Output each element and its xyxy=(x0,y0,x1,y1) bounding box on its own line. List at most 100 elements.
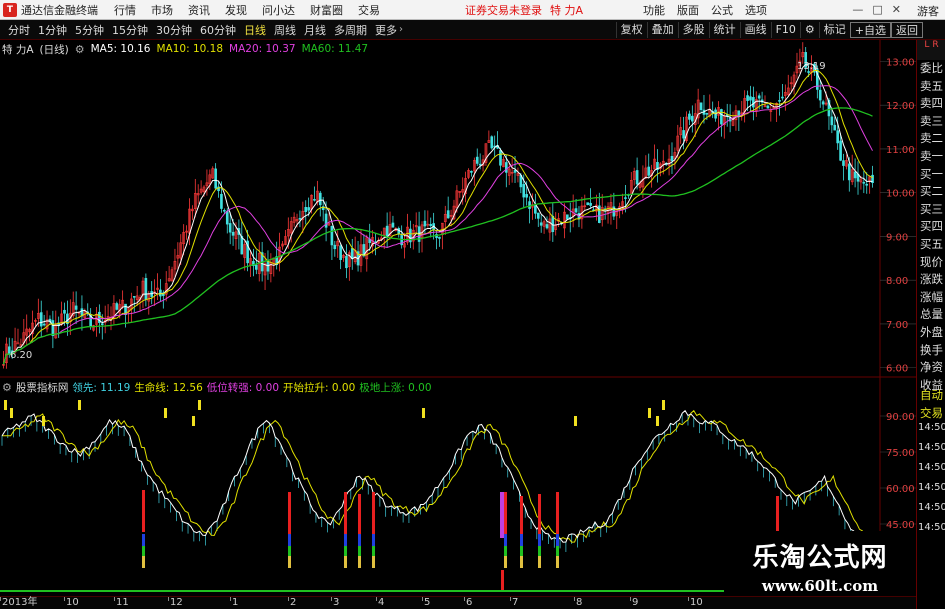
tool-overlay[interactable]: 叠加 xyxy=(646,22,678,38)
side-item[interactable]: 自动 xyxy=(917,386,945,404)
candle-body xyxy=(513,170,517,173)
menu-item-trade[interactable]: 交易 xyxy=(358,2,380,18)
candle-body xyxy=(307,207,310,211)
candle-body xyxy=(836,130,839,144)
period-monthly[interactable]: 月线 xyxy=(304,22,326,38)
period-multi[interactable]: 多周期 xyxy=(334,22,367,38)
signal-marker xyxy=(662,400,665,410)
side-item[interactable]: 委比 xyxy=(917,60,945,78)
menu-item-news[interactable]: 资讯 xyxy=(188,2,210,18)
bottom-rise-value: 极地上涨: 0.00 xyxy=(359,381,432,394)
candle-body xyxy=(536,212,540,219)
yellow-signal xyxy=(142,556,145,568)
period-15min[interactable]: 15分钟 xyxy=(112,22,148,38)
candle-body xyxy=(345,255,348,269)
login-warning[interactable]: 证券交易未登录 xyxy=(465,2,542,18)
candle-body xyxy=(499,150,502,166)
period-intraday[interactable]: 分时 xyxy=(8,22,30,38)
side-item[interactable]: 卖四 xyxy=(917,95,945,113)
date-label: 1 xyxy=(232,597,239,608)
gear-icon[interactable]: ⚙ xyxy=(799,22,819,38)
red-signal xyxy=(501,570,504,590)
tool-stats[interactable]: 统计 xyxy=(708,22,740,38)
settings-gear-icon[interactable]: ⚙ xyxy=(75,43,85,56)
chart-tools: 复权 叠加 多股 统计 画线 F10 ⚙ 标记 +自选 返回 xyxy=(615,22,923,38)
guest-label[interactable]: 游客 xyxy=(917,3,939,19)
blue-signal xyxy=(344,534,347,546)
tool-adjust[interactable]: 复权 xyxy=(615,22,647,38)
candle-body xyxy=(839,140,842,161)
date-label: 6 xyxy=(466,597,473,608)
side-item[interactable]: 卖二 xyxy=(917,130,945,148)
tool-draw[interactable]: 画线 xyxy=(739,22,771,38)
candle-body xyxy=(862,182,866,184)
life-line-value: 生命线: 12.56 xyxy=(134,381,203,394)
side-item[interactable]: 买五 xyxy=(917,236,945,254)
candle-body xyxy=(446,210,450,219)
candle-body xyxy=(624,197,627,199)
candle-body xyxy=(490,136,494,149)
menu-item-discover[interactable]: 发现 xyxy=(225,2,247,18)
side-item[interactable]: 总量 xyxy=(917,306,945,324)
menu-item-wealth[interactable]: 财富圈 xyxy=(310,2,343,18)
red-signal xyxy=(142,490,145,532)
menu-item-ask[interactable]: 问小达 xyxy=(262,2,295,18)
menu-item-exchange[interactable]: 市场 xyxy=(151,2,173,18)
candle-body xyxy=(566,214,569,220)
side-item[interactable]: 买四 xyxy=(917,218,945,236)
side-item[interactable]: 买二 xyxy=(917,183,945,201)
candle-body xyxy=(42,323,46,326)
candle-body xyxy=(240,236,244,255)
tool-back[interactable]: 返回 xyxy=(891,22,923,38)
period-60min[interactable]: 60分钟 xyxy=(200,22,236,38)
sub-gear-icon[interactable]: ⚙ xyxy=(2,381,12,394)
side-item[interactable]: 净资 xyxy=(917,359,945,377)
date-label: 5 xyxy=(424,597,431,608)
period-weekly[interactable]: 周线 xyxy=(274,22,296,38)
tool-multi-stock[interactable]: 多股 xyxy=(677,22,709,38)
candle-body xyxy=(830,116,834,126)
side-item[interactable]: 涨跌 xyxy=(917,271,945,289)
tool-mark[interactable]: 标记 xyxy=(818,22,850,38)
chevron-right-icon[interactable]: › xyxy=(399,24,403,35)
tool-add-watch[interactable]: +自选 xyxy=(849,22,891,38)
sub-axis-label: 75.00 xyxy=(886,448,915,459)
price-label: 11.00 xyxy=(886,145,915,156)
tool-f10[interactable]: F10 xyxy=(770,22,800,38)
side-item[interactable]: 卖三 xyxy=(917,113,945,131)
price-label: 7.00 xyxy=(886,320,908,331)
side-item[interactable]: 换手 xyxy=(917,342,945,360)
side-item[interactable]: 买三 xyxy=(917,201,945,219)
period-daily[interactable]: 日线 xyxy=(244,22,266,38)
candle-body xyxy=(350,248,354,260)
side-item[interactable]: 现价 xyxy=(917,254,945,272)
date-tick xyxy=(464,597,465,601)
menu-formula[interactable]: 公式 xyxy=(711,2,733,18)
menu-layout[interactable]: 版面 xyxy=(677,2,699,18)
period-5min[interactable]: 5分钟 xyxy=(75,22,104,38)
maximize-icon[interactable]: □ xyxy=(872,3,882,16)
menu-item-market[interactable]: 行情 xyxy=(114,2,136,18)
side-item[interactable]: 外盘 xyxy=(917,324,945,342)
side-item[interactable]: 买一 xyxy=(917,166,945,184)
side-item[interactable]: 涨幅 xyxy=(917,289,945,307)
period-toolbar: 分时 1分钟 5分钟 15分钟 30分钟 60分钟 日线 周线 月线 多周期 更… xyxy=(0,20,945,40)
period-1min[interactable]: 1分钟 xyxy=(38,22,67,38)
date-tick xyxy=(422,597,423,601)
period-30min[interactable]: 30分钟 xyxy=(156,22,192,38)
side-item[interactable]: 卖一 xyxy=(917,148,945,166)
close-icon[interactable]: ✕ xyxy=(892,3,901,16)
menu-function[interactable]: 功能 xyxy=(643,2,665,18)
signal-marker xyxy=(4,400,7,410)
side-item[interactable]: 交易 xyxy=(917,404,945,422)
minimize-icon[interactable]: — xyxy=(852,3,863,16)
side-item[interactable]: 卖五 xyxy=(917,78,945,96)
kline-chart[interactable]: 13.00 12.00 11.00 10.00 9.00 8.00 7.00 6.00 13.… xyxy=(0,40,916,596)
signal-marker xyxy=(574,416,577,426)
date-tick xyxy=(64,597,65,601)
period-more[interactable]: 更多 xyxy=(375,22,397,38)
candle-body xyxy=(670,155,674,162)
menu-options[interactable]: 选项 xyxy=(745,2,767,18)
red-signal xyxy=(556,492,559,534)
candle-body xyxy=(51,320,55,336)
